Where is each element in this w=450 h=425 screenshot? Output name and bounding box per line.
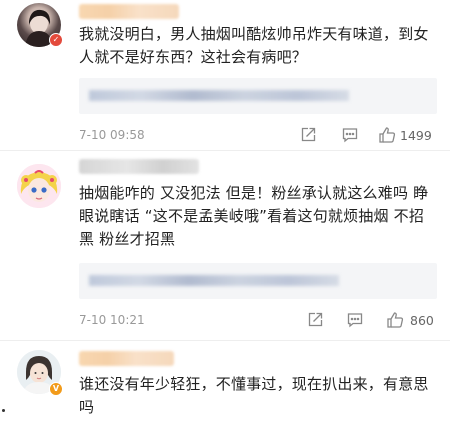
like-count: 860 <box>410 313 434 328</box>
share-icon[interactable] <box>306 311 324 329</box>
comment-icon[interactable] <box>341 126 359 144</box>
comment-text: 谁还没有年少轻狂，不懂事过，现在扒出来，有意思吗 <box>79 375 429 416</box>
verified-badge-icon: ✓ <box>49 33 63 47</box>
avatar[interactable] <box>17 164 61 208</box>
username[interactable] <box>79 351 174 366</box>
comment-time: 7-10 09:58 <box>79 128 145 142</box>
like-count: 1499 <box>400 128 432 143</box>
reply-preview-text <box>89 90 349 101</box>
thumbs-up-icon[interactable] <box>378 126 396 144</box>
reply-preview[interactable] <box>79 78 437 114</box>
username[interactable] <box>79 4 179 19</box>
comment-text: 我就没明白，男人抽烟叫酷炫帅吊炸天有味道，到女人就不是好东西？这社会有病吧？ <box>79 25 429 66</box>
comment-time: 7-10 10:21 <box>79 313 145 327</box>
comment-text: 抽烟能咋的 又没犯法 但是！粉丝承认就这么难吗 睁眼说瞎话 “这不是孟美岐哦”看… <box>79 184 429 248</box>
reply-preview[interactable] <box>79 263 437 299</box>
comment-item-2: 抽烟能咋的 又没犯法 但是！粉丝承认就这么难吗 睁眼说瞎话 “这不是孟美岐哦”看… <box>0 150 450 340</box>
comment-item-3: V 谁还没有年少轻狂，不懂事过，现在扒出来，有意思吗 <box>0 340 450 425</box>
reply-preview-text <box>89 275 339 286</box>
share-icon[interactable] <box>299 126 317 144</box>
thumbs-up-icon[interactable] <box>386 311 404 329</box>
username[interactable] <box>79 159 199 174</box>
comment-icon[interactable] <box>346 311 364 329</box>
bullet-mark <box>2 409 5 412</box>
comment-meta: 7-10 09:58 1499 <box>79 126 439 146</box>
comment-meta: 7-10 10:21 860 <box>79 311 439 331</box>
comment-item-1: ✓ 我就没明白，男人抽烟叫酷炫帅吊炸天有味道，到女人就不是好东西？这社会有病吧？… <box>0 0 450 150</box>
verified-badge-icon: V <box>49 382 63 396</box>
